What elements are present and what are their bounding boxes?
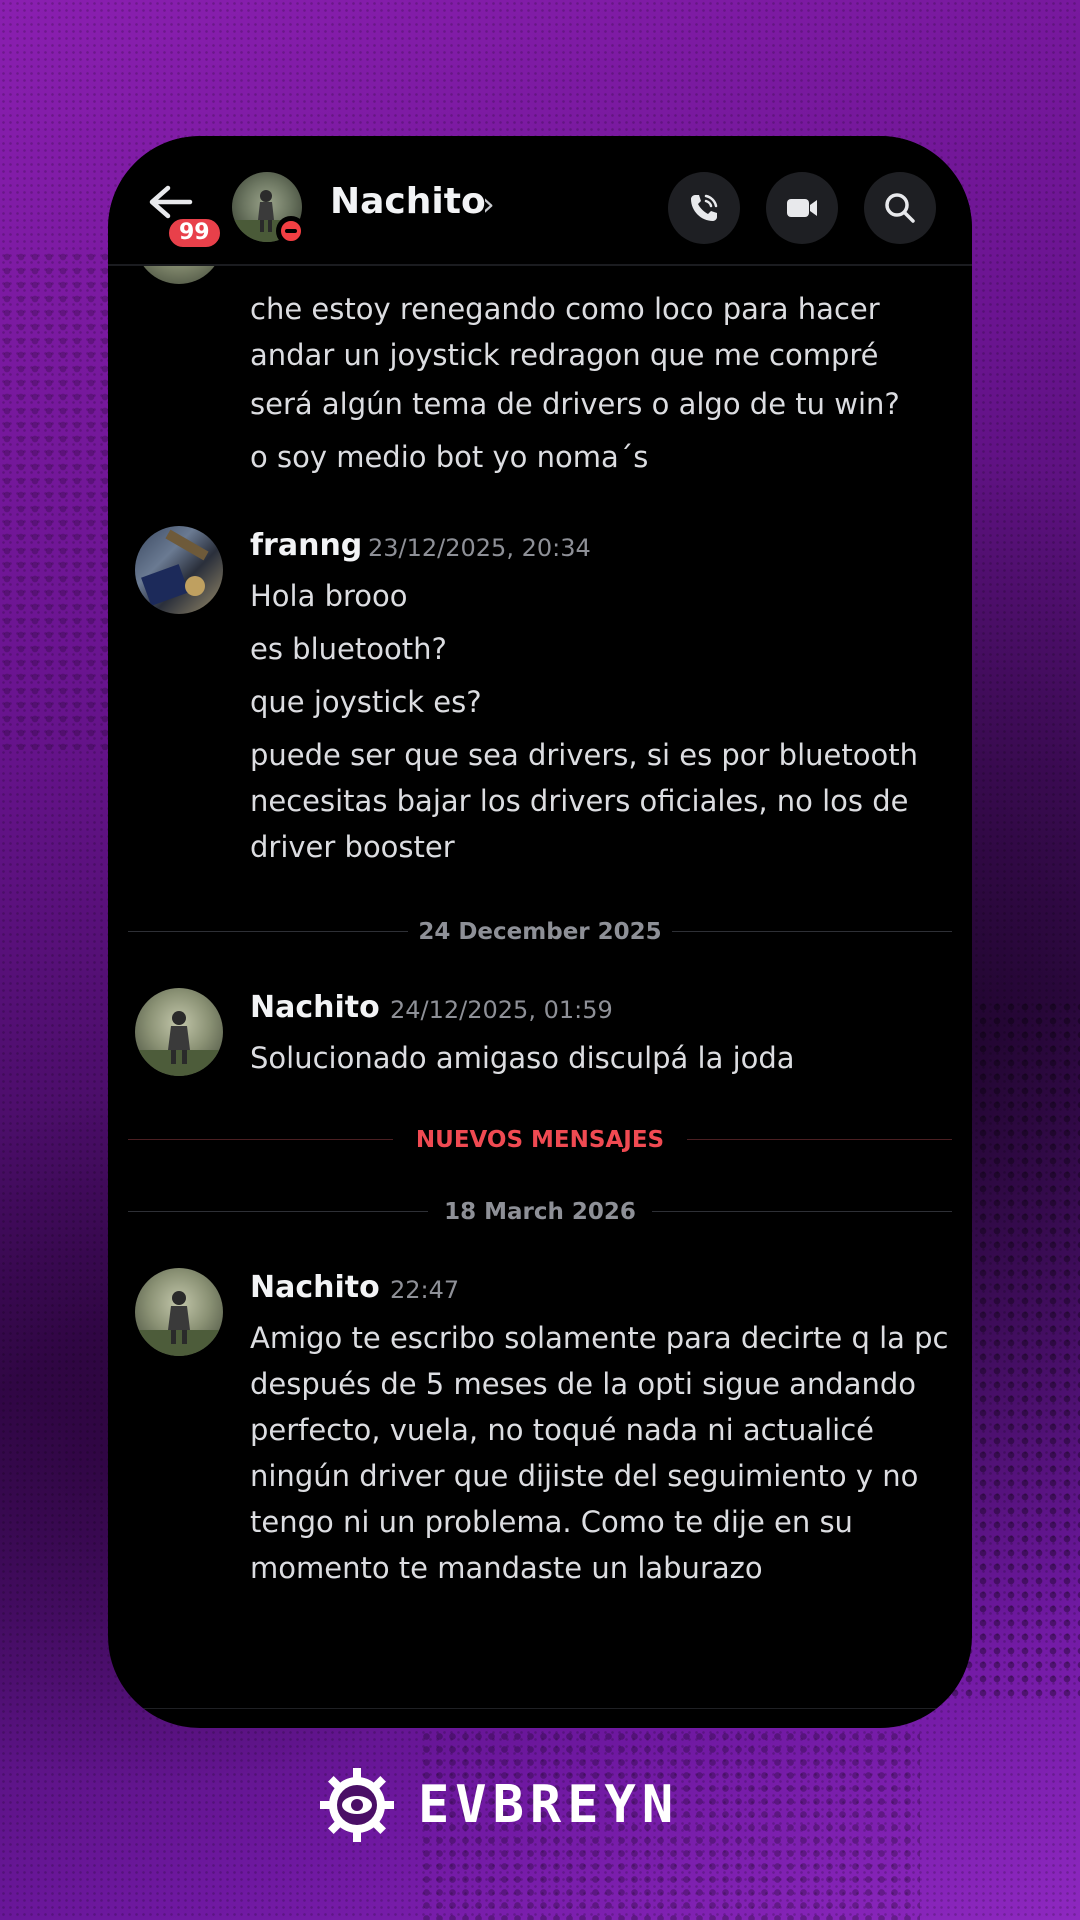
avatar-figure — [135, 1011, 223, 1076]
date-divider: 18 March 2026 — [128, 1192, 952, 1232]
phone-call-icon — [691, 194, 718, 221]
status-dnd-icon — [276, 216, 306, 246]
message-text: es bluetooth? — [250, 632, 447, 666]
message-text: Hola brooo — [250, 579, 408, 613]
message-text: Solucionado amigaso disculpá la joda — [250, 1041, 795, 1075]
message-text: que joystick es? — [250, 685, 482, 719]
message-text: o soy medio bot yo noma´s — [250, 440, 649, 474]
message-timestamp: 23/12/2025, 20:34 — [368, 534, 591, 562]
contact-name[interactable]: Nachito — [330, 178, 486, 226]
divider — [108, 1708, 972, 1709]
message-text: será algún tema de drivers o algo de tu … — [250, 387, 900, 421]
phone-screen: 99 Nachito › che estoy renegando como lo… — [108, 136, 972, 1728]
avatar[interactable] — [135, 988, 223, 1076]
message-timestamp: 24/12/2025, 01:59 — [390, 996, 613, 1024]
avatar[interactable] — [135, 526, 223, 614]
message-timestamp: 22:47 — [390, 1276, 460, 1304]
search-icon — [885, 193, 915, 223]
message-text: puede ser que sea drivers, si es por blu… — [250, 738, 918, 864]
message-text: Amigo te escribo solamente para decirte … — [250, 1321, 949, 1585]
chat-header: 99 Nachito › — [108, 136, 972, 266]
date-divider: 24 December 2025 — [128, 912, 952, 952]
avatar-figure — [135, 1291, 223, 1356]
video-camera-icon — [787, 199, 817, 217]
video-call-button[interactable] — [766, 172, 838, 244]
search-button[interactable] — [864, 172, 936, 244]
message-text: che estoy renegando como loco para hacer… — [250, 292, 880, 372]
message-author[interactable]: Nachito — [250, 988, 380, 1028]
avatar[interactable] — [135, 1268, 223, 1356]
new-messages-label: NUEVOS MENSAJES — [415, 1127, 665, 1153]
background-halftone-left — [0, 250, 110, 750]
chevron-right-icon[interactable]: › — [482, 186, 495, 222]
brand-name: EVBREYN — [418, 1775, 680, 1835]
date-divider-label: 24 December 2025 — [418, 919, 662, 945]
voice-call-button[interactable] — [668, 172, 740, 244]
avatar-image — [141, 529, 209, 606]
message-author[interactable]: franng — [250, 526, 362, 566]
eye-gear-logo-icon — [320, 1768, 394, 1842]
brand-logo: EVBREYN — [318, 1768, 768, 1842]
new-messages-divider: NUEVOS MENSAJES — [128, 1120, 952, 1160]
date-divider-label: 18 March 2026 — [444, 1199, 636, 1225]
message-author[interactable]: Nachito — [250, 1268, 380, 1308]
unread-badge: 99 — [166, 216, 223, 250]
